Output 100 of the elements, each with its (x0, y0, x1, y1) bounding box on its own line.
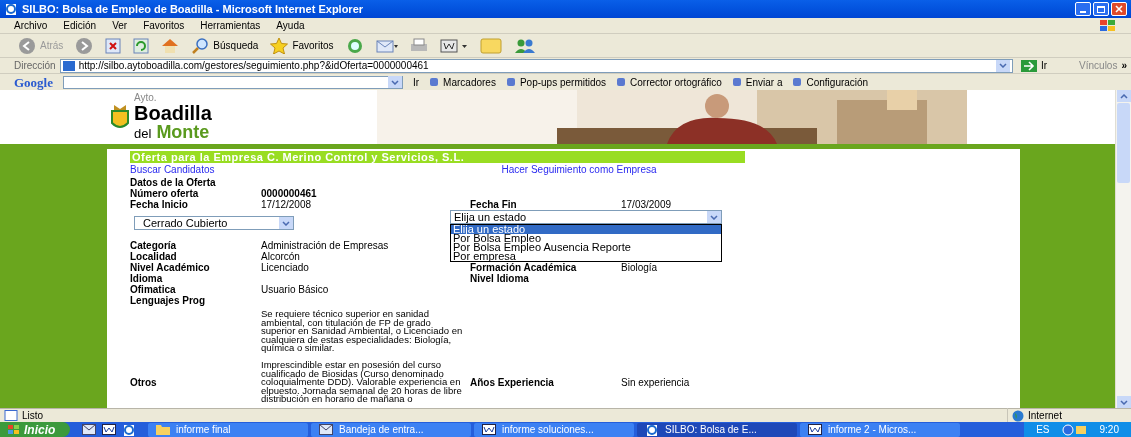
toolbar-icon (429, 77, 440, 87)
taskbar-button[interactable]: informe 2 - Micros... (800, 422, 960, 437)
toolbar-menu[interactable]: Marcadores (429, 74, 496, 90)
page-icon (62, 60, 75, 71)
search-candidates-link[interactable]: Buscar Candidatos (130, 164, 215, 176)
globe-icon (1012, 409, 1024, 422)
printer-icon (409, 37, 428, 54)
tracking-dropdown[interactable]: Elija un estado (450, 210, 722, 225)
field-value: 17/03/2009 (621, 199, 672, 211)
zone-text: Internet (1028, 409, 1062, 423)
field-value: 17/12/2008 (261, 199, 312, 211)
field-label: Formación Académica (470, 262, 577, 274)
browser-icon (645, 423, 659, 436)
scrollbar-thumb[interactable] (1117, 103, 1130, 183)
toolbar-menu[interactable]: Enviar a (731, 74, 783, 90)
section-heading: Datos de la Oferta (130, 177, 217, 189)
search-button[interactable]: Búsqueda (191, 37, 259, 54)
field-value: Sin experiencia (621, 377, 690, 388)
refresh-button[interactable] (133, 37, 150, 54)
favorites-button[interactable]: Favoritos (270, 37, 334, 54)
field-value: Licenciado (261, 262, 309, 274)
home-button[interactable] (161, 37, 180, 54)
chevron-button[interactable]: » (1121, 58, 1127, 73)
company-tracking-link[interactable]: Hacer Seguimiento como Empresa (501, 164, 657, 176)
menu-item[interactable]: Archivo (14, 18, 48, 33)
tray-icon[interactable] (1061, 423, 1088, 436)
forward-button[interactable] (75, 36, 94, 55)
envelope-icon (375, 37, 398, 54)
field-label: Nivel Idioma (470, 273, 529, 285)
taskbar-button[interactable]: SILBO: Bolsa de E... (637, 422, 797, 437)
windows-logo-icon (8, 424, 20, 435)
close-icon (1115, 5, 1123, 13)
toolbar-icon (505, 77, 516, 87)
close-button[interactable] (1111, 2, 1127, 16)
maximize-button[interactable] (1093, 2, 1109, 16)
dropdown-option[interactable]: Elija un estado (451, 225, 721, 235)
browser-icon (4, 3, 18, 15)
mail-button[interactable] (375, 37, 398, 54)
up-caret-icon[interactable] (1117, 90, 1131, 102)
caret-icon[interactable] (279, 217, 293, 230)
field-label: Ofimatica (130, 284, 176, 296)
minimize-button[interactable] (1075, 2, 1091, 16)
coat-of-arms-icon (110, 103, 130, 131)
toolbar-menu[interactable]: Corrector ortográfico (616, 74, 722, 90)
menu-item[interactable]: Herramientas (200, 18, 261, 33)
menu-item[interactable]: Ayuda (276, 18, 305, 33)
field-label: Idioma (130, 273, 163, 285)
logo: Ayto. Boadilla del Monte (134, 93, 212, 141)
dropdown-option[interactable]: Por empresa (451, 252, 721, 262)
toolbar-icon (616, 77, 627, 87)
search-field[interactable] (63, 75, 403, 89)
menu-item[interactable]: Edición (63, 18, 97, 33)
menu-item[interactable]: Favoritos (143, 18, 185, 33)
description-text: Imprescindible estar en posesión del curso cualificado de Biosidas (Curso denominado coloquialmente DDD). Valorable experiencia en elpuesto. Jornada semanal de 20 horas de libre distribución en horario de mañana o (261, 361, 463, 404)
field-value: Biología (621, 262, 658, 274)
dropdown-option[interactable]: Por Bolsa Empleo Ausencia Reporte (451, 243, 721, 253)
field-label: Categoría (130, 240, 177, 252)
offer-title: Oferta para la Empresa C. Merino Control y Servicios, S.L. (130, 151, 745, 164)
stop-button[interactable] (105, 37, 122, 54)
status-dropdown[interactable]: Cerrado Cubierto (134, 216, 294, 231)
field-label: Años Experiencia (470, 377, 554, 388)
document-icon (482, 424, 496, 435)
field-value: 0000000461 (261, 188, 317, 200)
toolbar-menu[interactable]: Pop-ups permitidos (505, 74, 607, 90)
address-field[interactable]: http://silbo.aytoboadilla.com/gestores/seguimiento.php?&idOferta=0000000461 (59, 58, 1013, 73)
folder-icon (156, 424, 170, 435)
field-label: Fecha Inicio (130, 199, 188, 211)
dropdown-option[interactable]: Por Bolsa Empleo (451, 234, 721, 244)
go-button[interactable]: Ir (413, 74, 420, 90)
caret-icon[interactable] (707, 211, 721, 224)
toolbar-menu[interactable]: Configuración (792, 74, 869, 90)
search-icon (191, 37, 210, 54)
people-button[interactable] (513, 37, 536, 54)
go-button[interactable]: Ir (1016, 58, 1052, 73)
google-logo: Google (14, 75, 53, 89)
address-label: Dirección (14, 59, 56, 73)
caret-icon[interactable] (995, 59, 1010, 72)
menu-item[interactable]: Ver (112, 18, 128, 33)
document-icon (808, 424, 822, 435)
status-text: Listo (22, 409, 44, 423)
taskbar-button[interactable]: Bandeja de entra... (311, 422, 471, 437)
scrollbar[interactable] (1115, 90, 1131, 408)
caret-icon[interactable] (1117, 396, 1131, 408)
toolbar-icon (731, 77, 742, 87)
history-button[interactable] (345, 37, 364, 54)
field-label: Lenguajes Prog (130, 295, 205, 307)
start-button[interactable]: Inicio (0, 422, 70, 437)
windows-logo-icon (1099, 18, 1117, 33)
word-button[interactable] (439, 37, 468, 54)
arrow-icon (1020, 59, 1037, 72)
field-value: Usuario Básico (261, 284, 329, 296)
print-button[interactable] (409, 37, 428, 54)
taskbar-button[interactable]: informe final (148, 422, 308, 437)
x-icon (105, 37, 122, 54)
caret-icon[interactable] (388, 76, 402, 88)
clock-icon (345, 37, 364, 54)
document-icon (102, 423, 116, 435)
taskbar-button[interactable]: informe soluciones... (474, 422, 634, 437)
description-text: Se requiere técnico superior en sanidad ambiental, con titulación de FP de grado superior en Sanidad Ambiental, o Licenciado en cualquiera de estas especialidades: Biología, química o similar. (261, 310, 464, 354)
field-value: Alcorcón (261, 251, 300, 263)
